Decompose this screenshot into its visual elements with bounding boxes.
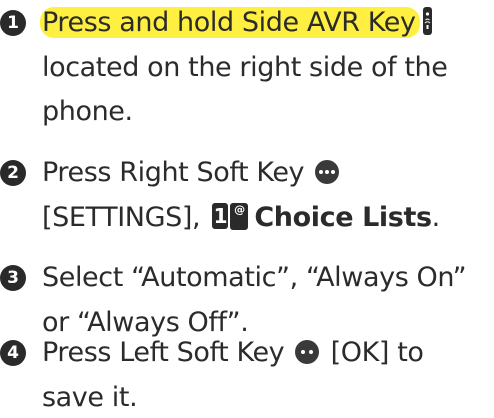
left-soft-key-icon (295, 340, 320, 364)
step-4-line-2: save it. (42, 382, 138, 413)
step-2-line-2: [SETTINGS], 1 @ Choice Lists. (42, 202, 440, 233)
side-avr-key-icon (422, 7, 432, 35)
step-2-line-1: Press Right Soft Key (42, 153, 342, 193)
instruction-page: 1 Press and hold Side AVR Key located on… (0, 0, 494, 417)
keypad-1-icon: 1 @ (212, 203, 249, 230)
step-1-text: Press and hold Side AVR Key (40, 3, 432, 43)
right-soft-key-icon (315, 160, 340, 184)
step-3-line-1: Select “Automatic”, “Always On” (42, 262, 467, 293)
step-4-line-1: Press Left Soft Key [OK] to (42, 337, 424, 368)
step-number-badge: 3 (0, 265, 26, 291)
step-1-line-2: located on the right side of the (42, 52, 448, 83)
step-number-badge: 1 (0, 10, 26, 36)
highlighted-instruction: Press and hold Side AVR Key (40, 7, 420, 38)
step-number-badge: 4 (0, 340, 26, 366)
step-1-line-3: phone. (42, 96, 133, 127)
choice-lists-label: Choice Lists (254, 202, 432, 233)
step-number-badge: 2 (0, 160, 26, 186)
